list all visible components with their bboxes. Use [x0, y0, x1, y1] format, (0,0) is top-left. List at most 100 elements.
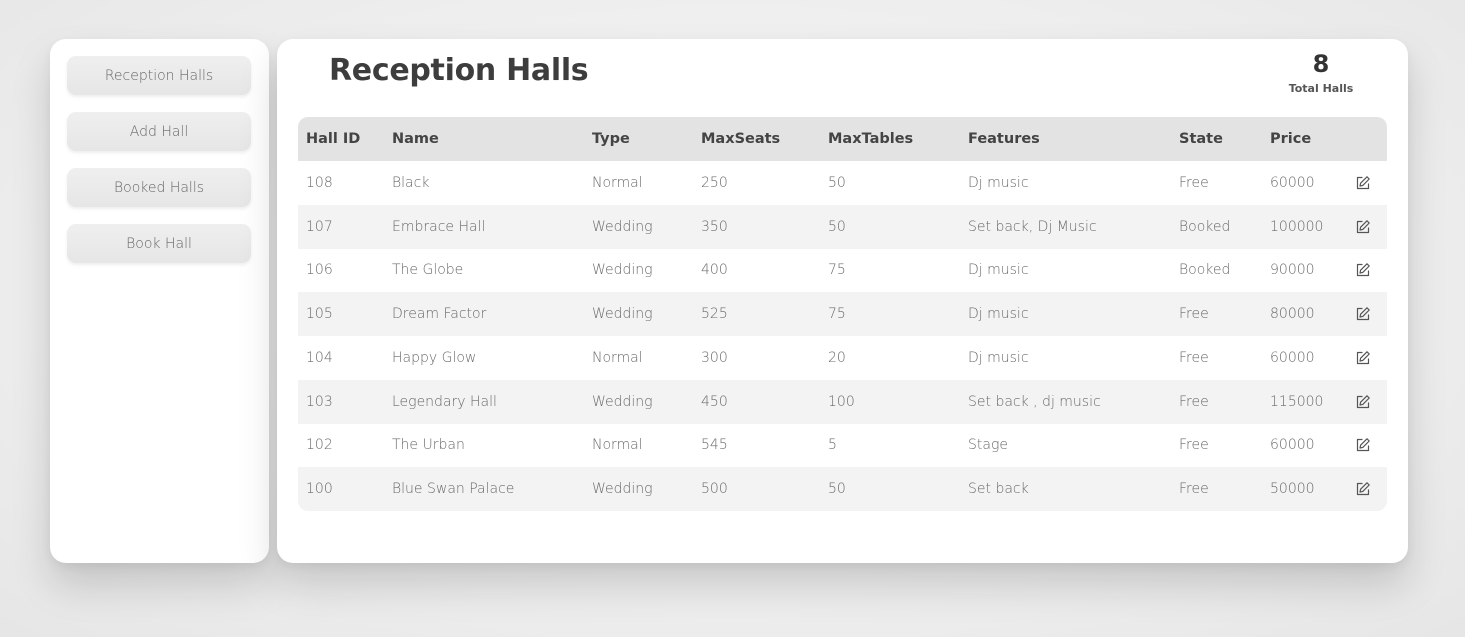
edit-row-button[interactable]	[1355, 292, 1371, 336]
column-header-max-tables: MaxTables	[828, 131, 914, 147]
cell-state: Booked	[1179, 262, 1231, 279]
edit-row-button[interactable]	[1355, 424, 1371, 468]
cell-type: Normal	[592, 174, 643, 191]
cell-max-tables: 100	[828, 393, 855, 410]
cell-max-tables: 50	[828, 174, 846, 191]
cell-max-tables: 50	[828, 218, 846, 235]
total-halls-summary: 8 Total Halls	[1279, 49, 1363, 95]
cell-type: Normal	[592, 437, 643, 454]
cell-max-seats: 450	[701, 393, 728, 410]
cell-type: Wedding	[592, 481, 653, 498]
sidebar: Reception Halls Add Hall Booked Halls Bo…	[50, 39, 269, 563]
column-header-features: Features	[968, 131, 1040, 147]
cell-features: Dj music	[968, 349, 1029, 366]
cell-features: Set back, Dj Music	[968, 218, 1097, 235]
edit-row-button[interactable]	[1355, 205, 1371, 249]
cell-type: Normal	[592, 349, 643, 366]
edit-icon[interactable]	[1355, 262, 1371, 278]
cell-max-seats: 350	[701, 218, 728, 235]
halls-table: Hall ID Name Type MaxSeats MaxTables Fea…	[298, 117, 1387, 511]
cell-state: Free	[1179, 306, 1209, 323]
table-row: 102 The Urban Normal 545 5 Stage Free 60…	[298, 423, 1387, 468]
cell-state: Free	[1179, 349, 1209, 366]
main-panel: Reception Halls 8 Total Halls Hall ID Na…	[277, 39, 1408, 563]
column-header-price: Price	[1270, 131, 1312, 147]
edit-icon[interactable]	[1355, 350, 1371, 366]
table-row: 103 Legendary Hall Wedding 450 100 Set b…	[298, 379, 1387, 424]
total-halls-count: 8	[1312, 50, 1330, 78]
cell-max-seats: 525	[701, 306, 728, 323]
cell-price: 90000	[1270, 262, 1315, 279]
cell-price: 115000	[1270, 393, 1324, 410]
cell-name: Happy Glow	[392, 349, 477, 366]
cell-name: Embrace Hall	[392, 218, 486, 235]
cell-features: Stage	[968, 437, 1008, 454]
cell-hall-id: 105	[306, 306, 333, 323]
cell-hall-id: 106	[306, 262, 333, 279]
edit-row-button[interactable]	[1355, 249, 1371, 293]
cell-state: Free	[1179, 481, 1209, 498]
cell-max-tables: 75	[828, 262, 846, 279]
cell-max-seats: 400	[701, 262, 728, 279]
nav-book-hall-button[interactable]: Book Hall	[67, 224, 251, 263]
edit-icon[interactable]	[1355, 437, 1371, 453]
cell-state: Free	[1179, 437, 1209, 454]
cell-hall-id: 104	[306, 349, 333, 366]
edit-icon[interactable]	[1355, 175, 1371, 191]
cell-max-tables: 50	[828, 481, 846, 498]
cell-hall-id: 107	[306, 218, 333, 235]
cell-max-seats: 250	[701, 174, 728, 191]
cell-name: Dream Factor	[392, 306, 487, 323]
cell-hall-id: 100	[306, 481, 333, 498]
edit-icon[interactable]	[1355, 219, 1371, 235]
edit-icon[interactable]	[1355, 306, 1371, 322]
cell-price: 60000	[1270, 349, 1315, 366]
cell-hall-id: 103	[306, 393, 333, 410]
cell-type: Wedding	[592, 218, 653, 235]
cell-price: 60000	[1270, 437, 1315, 454]
cell-state: Free	[1179, 174, 1209, 191]
cell-max-seats: 545	[701, 437, 728, 454]
nav-booked-halls-button[interactable]: Booked Halls	[67, 168, 251, 207]
cell-state: Free	[1179, 393, 1209, 410]
table-row: 106 The Globe Wedding 400 75 Dj music Bo…	[298, 248, 1387, 293]
nav-reception-halls-button[interactable]: Reception Halls	[67, 56, 251, 95]
cell-max-tables: 5	[828, 437, 837, 454]
cell-name: The Urban	[392, 437, 465, 454]
cell-max-tables: 75	[828, 306, 846, 323]
cell-type: Wedding	[592, 262, 653, 279]
edit-row-button[interactable]	[1355, 161, 1371, 205]
cell-price: 100000	[1270, 218, 1324, 235]
edit-row-button[interactable]	[1355, 467, 1371, 511]
table-header-row: Hall ID Name Type MaxSeats MaxTables Fea…	[298, 117, 1387, 161]
total-halls-label: Total Halls	[1288, 82, 1354, 95]
column-header-type: Type	[592, 131, 630, 147]
cell-price: 60000	[1270, 174, 1315, 191]
cell-price: 50000	[1270, 481, 1315, 498]
cell-hall-id: 102	[306, 437, 333, 454]
column-header-hall-id: Hall ID	[306, 131, 361, 147]
cell-max-seats: 500	[701, 481, 728, 498]
cell-features: Set back , dj music	[968, 393, 1101, 410]
cell-type: Wedding	[592, 393, 653, 410]
cell-features: Dj music	[968, 306, 1029, 323]
cell-name: Blue Swan Palace	[392, 481, 515, 498]
table-row: 104 Happy Glow Normal 300 20 Dj music Fr…	[298, 336, 1387, 380]
cell-name: Black	[392, 174, 430, 191]
page-title: Reception Halls	[329, 53, 589, 88]
edit-icon[interactable]	[1355, 394, 1371, 410]
edit-row-button[interactable]	[1355, 380, 1371, 424]
edit-row-button[interactable]	[1355, 336, 1371, 380]
cell-state: Booked	[1179, 218, 1231, 235]
cell-type: Wedding	[592, 306, 653, 323]
column-header-max-seats: MaxSeats	[701, 131, 781, 147]
cell-features: Set back	[968, 481, 1029, 498]
cell-max-seats: 300	[701, 349, 728, 366]
cell-features: Dj music	[968, 262, 1029, 279]
cell-features: Dj music	[968, 174, 1029, 191]
table-row: 105 Dream Factor Wedding 525 75 Dj music…	[298, 292, 1387, 336]
edit-icon[interactable]	[1355, 481, 1371, 497]
cell-name: The Globe	[392, 262, 464, 279]
cell-hall-id: 108	[306, 174, 333, 191]
nav-add-hall-button[interactable]: Add Hall	[67, 112, 251, 151]
